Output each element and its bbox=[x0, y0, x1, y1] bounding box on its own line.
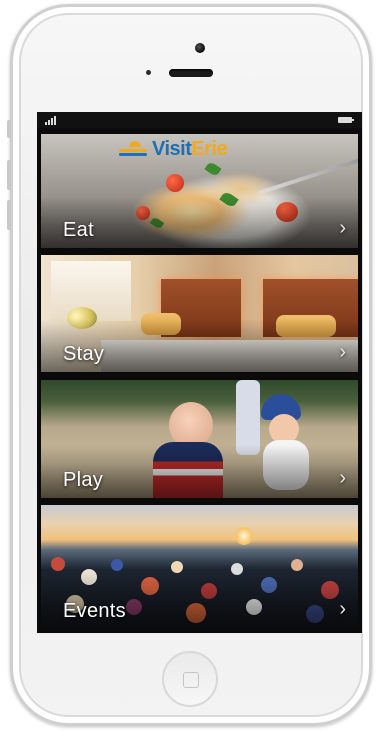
earpiece-speaker bbox=[169, 69, 213, 77]
tile-eat[interactable]: VisitErie Eat › bbox=[41, 134, 358, 248]
volume-up-button bbox=[7, 160, 11, 190]
tile-label: Events bbox=[63, 600, 126, 622]
battery-icon bbox=[338, 117, 354, 123]
logo-text-visit: Visit bbox=[152, 137, 192, 160]
front-camera-icon bbox=[195, 43, 205, 53]
mute-switch bbox=[7, 120, 11, 138]
tile-label: Play bbox=[63, 469, 104, 491]
logo-sun-waves-icon bbox=[119, 140, 149, 158]
basil-image bbox=[204, 160, 222, 178]
tile-play[interactable]: Play › bbox=[41, 380, 358, 498]
status-bar bbox=[37, 112, 362, 128]
tile-stay[interactable]: Stay › bbox=[41, 255, 358, 372]
volume-down-button bbox=[7, 200, 11, 230]
tile-label: Stay bbox=[63, 343, 105, 365]
chevron-right-icon: › bbox=[339, 598, 346, 620]
logo-text-erie: Erie bbox=[191, 137, 228, 160]
home-button-icon[interactable] bbox=[162, 651, 218, 707]
fork-image bbox=[258, 157, 358, 195]
visit-erie-logo: VisitErie bbox=[119, 137, 228, 160]
tile-events[interactable]: Events › bbox=[41, 505, 358, 629]
sunset-sun-image bbox=[235, 527, 253, 545]
chevron-right-icon: › bbox=[339, 217, 346, 239]
tomato-image bbox=[166, 174, 184, 192]
chevron-right-icon: › bbox=[339, 341, 346, 363]
signal-icon bbox=[45, 116, 59, 125]
proximity-sensor bbox=[146, 70, 151, 75]
chevron-right-icon: › bbox=[339, 467, 346, 489]
tile-label: Eat bbox=[63, 219, 94, 241]
app-screen: VisitErie Eat › Stay › Play › Events › bbox=[37, 112, 362, 633]
adult-leg-image bbox=[236, 380, 260, 455]
